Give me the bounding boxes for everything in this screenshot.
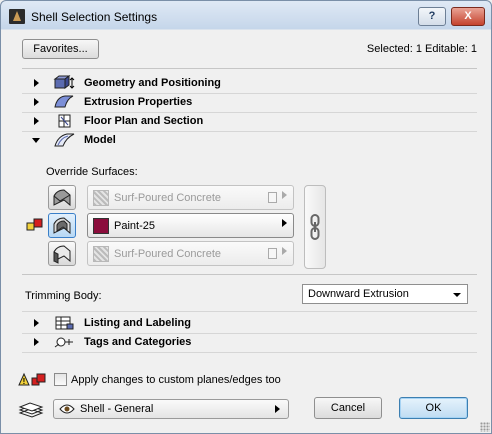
chain-link-icon [310, 214, 320, 240]
section-label: Model [84, 134, 116, 146]
section-label: Geometry and Positioning [84, 77, 221, 89]
edge-surface-icon [53, 245, 71, 264]
ok-button[interactable]: OK [399, 397, 468, 419]
surface-swatch [93, 190, 109, 206]
section-label: Floor Plan and Section [84, 115, 204, 127]
surface-name: Surf-Poured Concrete [114, 248, 221, 260]
separator [22, 352, 477, 353]
edge-surface-button[interactable] [48, 241, 76, 266]
cancel-button[interactable]: Cancel [314, 397, 382, 419]
eye-icon [59, 404, 75, 414]
svg-text:!: ! [23, 377, 26, 386]
separator [22, 68, 477, 69]
expand-arrow-icon[interactable] [34, 98, 39, 106]
expand-arrow-icon[interactable] [34, 338, 39, 346]
warning-icon: ! [18, 372, 46, 386]
section-extrusion[interactable]: Extrusion Properties [22, 94, 477, 111]
separator [22, 274, 477, 275]
selection-info: Selected: 1 Editable: 1 [366, 43, 477, 55]
app-icon [9, 9, 25, 24]
listing-icon [55, 316, 74, 330]
section-label: Listing and Labeling [84, 317, 191, 329]
apply-changes-label[interactable]: Apply changes to custom planes/edges too [71, 374, 281, 386]
floor-plan-icon [58, 114, 71, 128]
popup-arrow-icon [282, 247, 287, 255]
apply-changes-checkbox[interactable] [54, 373, 67, 386]
surface-link-icon [26, 218, 43, 231]
popup-arrow-icon [282, 219, 287, 227]
surface-name: Paint-25 [114, 220, 155, 232]
popup-arrow-icon [275, 405, 280, 413]
title-bar: Shell Selection Settings ? X [1, 1, 491, 31]
section-model[interactable]: Model [22, 132, 477, 149]
document-icon [268, 192, 277, 203]
inner-surface-button[interactable] [48, 213, 76, 238]
layers-icon [18, 402, 44, 418]
document-icon [268, 248, 277, 259]
surface-swatch [93, 218, 109, 234]
trimming-body-select[interactable]: Downward Extrusion [302, 284, 468, 304]
link-surfaces-button[interactable] [304, 185, 326, 269]
close-button[interactable]: X [451, 7, 485, 26]
expand-arrow-icon[interactable] [34, 79, 39, 87]
view-settings-select[interactable]: Shell - General [53, 399, 289, 419]
override-surfaces-label: Override Surfaces: [46, 166, 138, 178]
surface-name: Surf-Poured Concrete [114, 192, 221, 204]
section-tags[interactable]: Tags and Categories [22, 334, 477, 351]
expand-arrow-icon[interactable] [34, 319, 39, 327]
inner-surface-popup[interactable]: Paint-25 [87, 213, 294, 238]
edge-surface-popup[interactable]: Surf-Poured Concrete [87, 241, 294, 266]
inner-surface-icon [53, 217, 71, 235]
surface-swatch [93, 246, 109, 262]
chevron-down-icon [453, 293, 461, 297]
dialog-content: Favorites... Selected: 1 Editable: 1 Geo… [8, 31, 484, 428]
view-settings-value: Shell - General [80, 403, 154, 415]
window-title: Shell Selection Settings [31, 10, 158, 24]
geometry-icon [53, 75, 75, 89]
favorites-button[interactable]: Favorites... [22, 39, 99, 59]
dialog-window: Shell Selection Settings ? X Favorites..… [0, 0, 492, 434]
popup-arrow-icon [282, 191, 287, 199]
trimming-body-label: Trimming Body: [25, 290, 102, 302]
section-floor-plan[interactable]: Floor Plan and Section [22, 113, 477, 130]
section-geometry[interactable]: Geometry and Positioning [22, 75, 477, 92]
section-label: Tags and Categories [84, 336, 192, 348]
outer-surface-popup[interactable]: Surf-Poured Concrete [87, 185, 294, 210]
section-listing[interactable]: Listing and Labeling [22, 315, 477, 332]
section-label: Extrusion Properties [84, 96, 193, 108]
outer-surface-icon [53, 189, 71, 207]
collapse-arrow-icon[interactable] [32, 138, 40, 143]
tags-icon [54, 337, 73, 348]
help-button[interactable]: ? [418, 7, 446, 26]
extrusion-icon [54, 95, 74, 108]
expand-arrow-icon[interactable] [34, 117, 39, 125]
outer-surface-button[interactable] [48, 185, 76, 210]
resize-grip[interactable] [480, 422, 490, 432]
trimming-body-value: Downward Extrusion [308, 288, 409, 300]
separator [22, 311, 477, 312]
model-icon [54, 133, 75, 147]
